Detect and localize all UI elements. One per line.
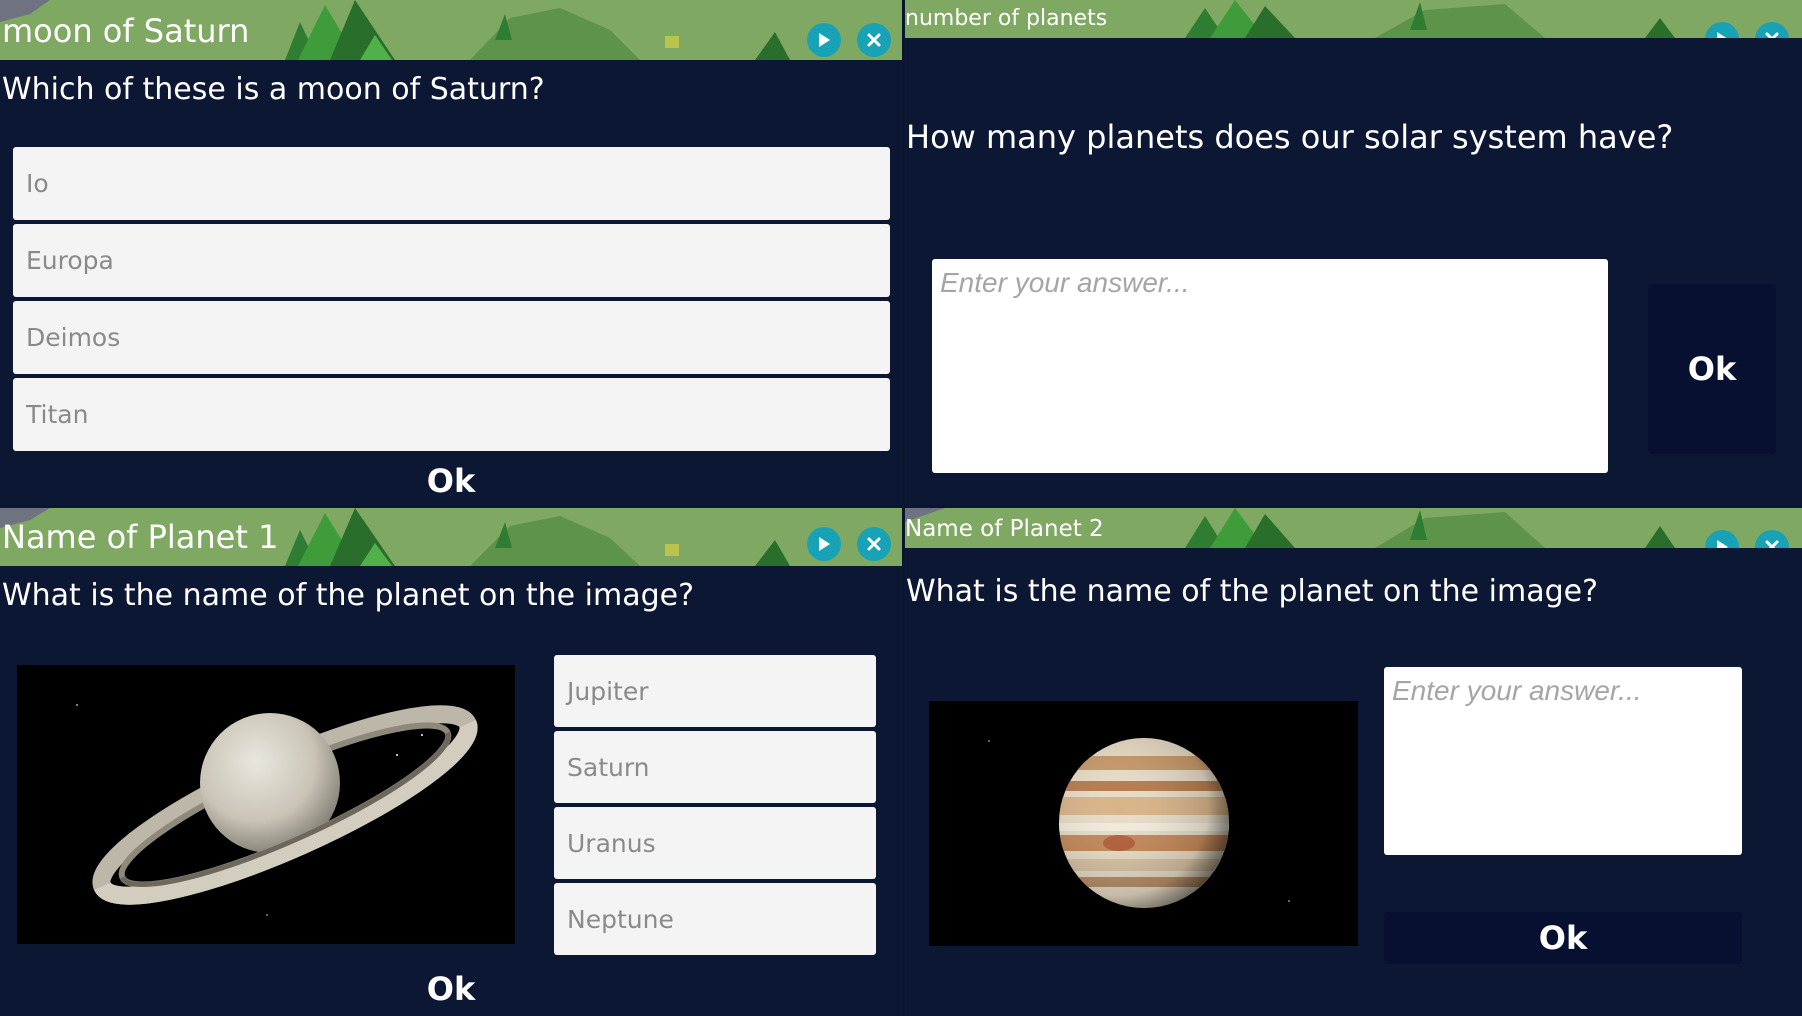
jupiter-image <box>988 738 1290 908</box>
quiz-panel-name-of-planet-1: Name of Planet 1 What is the name of the… <box>0 508 902 1016</box>
panel-banner: Name of Planet 2 <box>905 508 1802 548</box>
play-button[interactable] <box>807 527 841 561</box>
answer-option-titan[interactable]: Titan <box>13 378 890 451</box>
answer-option-neptune[interactable]: Neptune <box>554 883 876 955</box>
close-icon <box>867 537 881 551</box>
panel-title: number of planets <box>905 6 1108 31</box>
panel-banner: number of planets <box>905 0 1802 38</box>
panel-banner: moon of Saturn <box>0 0 902 60</box>
play-icon <box>1717 32 1727 38</box>
answer-option-uranus[interactable]: Uranus <box>554 807 876 879</box>
close-button[interactable] <box>857 527 891 561</box>
saturn-image <box>76 704 478 916</box>
answer-input[interactable] <box>1384 667 1742 855</box>
question-text: How many planets does our solar system h… <box>906 118 1674 156</box>
ok-button[interactable]: Ok <box>1648 284 1776 454</box>
planet-image-jupiter <box>929 701 1358 946</box>
quiz-panel-name-of-planet-2: Name of Planet 2 What is the name of the… <box>905 508 1802 1016</box>
answer-option-io[interactable]: Io <box>13 147 890 220</box>
question-text: What is the name of the planet on the im… <box>2 578 695 613</box>
close-button[interactable] <box>857 23 891 57</box>
play-button[interactable] <box>807 23 841 57</box>
question-text: What is the name of the planet on the im… <box>906 574 1599 609</box>
close-icon <box>867 33 881 47</box>
close-icon <box>1765 32 1779 38</box>
close-icon <box>1765 540 1779 548</box>
answer-option-europa[interactable]: Europa <box>13 224 890 297</box>
answer-option-jupiter[interactable]: Jupiter <box>554 655 876 727</box>
answer-option-saturn[interactable]: Saturn <box>554 731 876 803</box>
play-icon <box>1717 540 1728 548</box>
play-icon <box>819 537 830 551</box>
quiz-panel-moon-of-saturn: moon of Saturn Which of these is a moon … <box>0 0 902 505</box>
answer-input[interactable] <box>932 259 1608 473</box>
planet-image-saturn <box>17 665 515 944</box>
answer-option-deimos[interactable]: Deimos <box>13 301 890 374</box>
panel-banner: Name of Planet 1 <box>0 508 902 566</box>
panel-title: moon of Saturn <box>2 12 250 50</box>
play-icon <box>819 33 830 47</box>
panel-title: Name of Planet 1 <box>2 518 279 556</box>
quiz-panel-number-of-planets: number of planets How many planets does … <box>905 0 1802 505</box>
ok-button[interactable]: Ok <box>1384 912 1742 964</box>
ok-button[interactable]: Ok <box>401 970 501 1008</box>
question-text: Which of these is a moon of Saturn? <box>2 72 545 107</box>
panel-title: Name of Planet 2 <box>905 516 1104 542</box>
ok-button[interactable]: Ok <box>401 462 501 500</box>
